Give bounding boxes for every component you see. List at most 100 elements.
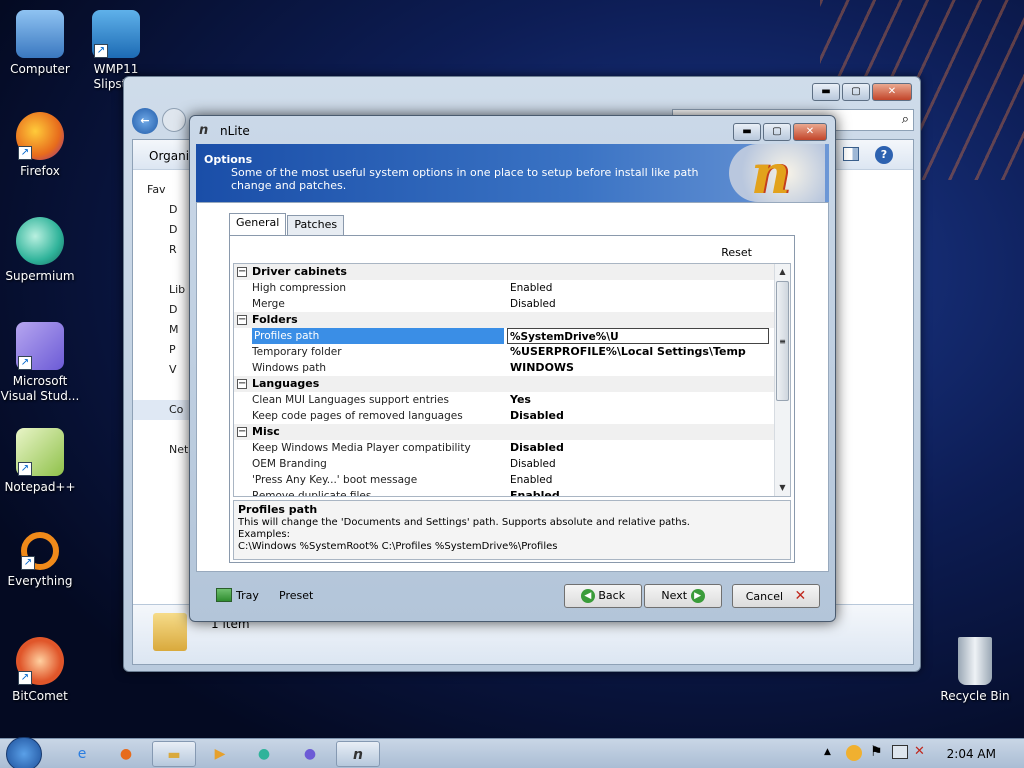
clock[interactable]: 2:04 AM	[947, 747, 996, 761]
flag-icon[interactable]: ⚑	[870, 744, 883, 760]
tray-app-icon[interactable]	[846, 745, 862, 761]
tab-general[interactable]: General	[229, 213, 287, 235]
tray-button[interactable]: Tray	[236, 589, 259, 602]
collapse-icon[interactable]: −	[237, 427, 247, 437]
desktop-icon-label: Firefox	[20, 164, 60, 178]
scroll-down-icon[interactable]: ▼	[775, 480, 790, 496]
property-row[interactable]: Merge Disabled	[234, 296, 775, 312]
volume-muted-icon[interactable]: ✕	[914, 744, 925, 759]
nlite-window[interactable]: n nLite ▬ ▢ ✕ Options Some of the most u…	[189, 115, 836, 622]
supermium-icon	[16, 217, 64, 265]
close-button[interactable]: ✕	[872, 83, 912, 101]
preset-button[interactable]: Preset	[279, 589, 313, 602]
back-button[interactable]: ←	[132, 108, 158, 134]
property-value[interactable]: Disabled	[510, 408, 564, 424]
taskbar-ie-icon[interactable]: e	[60, 741, 104, 767]
minimize-button[interactable]: ▬	[812, 83, 840, 101]
desktop-icon-label: Microsoft Visual Stud...	[0, 374, 80, 403]
property-value[interactable]: Enabled	[510, 472, 552, 488]
sidebar-item[interactable]: M	[133, 320, 193, 340]
sidebar-item[interactable]: D	[133, 300, 193, 320]
taskbar-firefox-icon[interactable]: ●	[104, 741, 148, 767]
property-row[interactable]: Remove duplicate files Enabled	[234, 488, 775, 496]
taskbar-nlite-icon[interactable]: n	[336, 741, 380, 767]
property-value[interactable]: %USERPROFILE%\Local Settings\Temp	[510, 344, 746, 360]
property-name: 'Press Any Key...' boot message	[252, 474, 418, 486]
property-name: Keep Windows Media Player compatibility	[252, 442, 471, 454]
scroll-up-icon[interactable]: ▲	[775, 264, 790, 280]
property-value[interactable]: Yes	[510, 392, 531, 408]
maximize-button[interactable]: ▢	[842, 83, 870, 101]
property-row[interactable]: Keep code pages of removed languages Disa…	[234, 408, 775, 424]
category-folders[interactable]: − Folders	[234, 312, 775, 328]
nlite-logo: n	[729, 142, 825, 206]
explorer-sidebar: Fav D D R Lib D M P V Co Net	[133, 180, 193, 640]
category-misc[interactable]: − Misc	[234, 424, 775, 440]
collapse-icon[interactable]: −	[237, 267, 247, 277]
reset-link[interactable]: Reset	[721, 246, 752, 259]
property-value[interactable]: Disabled	[510, 440, 564, 456]
tray-icon[interactable]	[216, 588, 232, 602]
property-row[interactable]: Keep Windows Media Player compatibility D…	[234, 440, 775, 456]
sidebar-item[interactable]: Lib	[133, 280, 193, 300]
property-row[interactable]: Clean MUI Languages support entries Yes	[234, 392, 775, 408]
start-button[interactable]	[6, 737, 42, 768]
taskbar-supermium-icon[interactable]: ●	[242, 741, 286, 767]
sidebar-item[interactable]: Net	[133, 440, 193, 460]
profiles-path-input[interactable]: %SystemDrive%\U	[507, 328, 769, 344]
property-row[interactable]: Windows path WINDOWS	[234, 360, 775, 376]
back-button[interactable]: ◀ Back	[564, 584, 642, 608]
desktop-icon-computer[interactable]: Computer	[0, 10, 80, 77]
desktop-icon-firefox[interactable]: ↗ Firefox	[0, 112, 80, 179]
forward-button[interactable]	[162, 108, 186, 132]
collapse-icon[interactable]: −	[237, 379, 247, 389]
category-languages[interactable]: − Languages	[234, 376, 775, 392]
property-row[interactable]: High compression Enabled	[234, 280, 775, 296]
cancel-button[interactable]: Cancel ✕	[732, 584, 820, 608]
sidebar-item[interactable]: P	[133, 340, 193, 360]
property-value[interactable]: WINDOWS	[510, 360, 574, 376]
sidebar-item[interactable]: Co	[133, 400, 193, 420]
desktop-icon-supermium[interactable]: Supermium	[0, 217, 80, 284]
sidebar-item[interactable]: D	[133, 200, 193, 220]
collapse-icon[interactable]: −	[237, 315, 247, 325]
desktop-icon-visual-studio[interactable]: ↗ Microsoft Visual Stud...	[0, 322, 80, 404]
property-row-selected[interactable]: Profiles path %SystemDrive%\U	[234, 328, 775, 344]
network-icon[interactable]	[892, 745, 908, 759]
wmp-folder-icon: ↗	[92, 10, 140, 58]
sidebar-item[interactable]: D	[133, 220, 193, 240]
desktop-icon-recycle-bin[interactable]: Recycle Bin	[935, 637, 1015, 704]
desktop-icon-bitcomet[interactable]: ↗ BitComet	[0, 637, 80, 704]
nlite-title-bar[interactable]: n nLite ▬ ▢ ✕	[190, 116, 835, 144]
category-driver-cabinets[interactable]: − Driver cabinets	[234, 264, 775, 280]
taskbar-media-player-icon[interactable]: ▶	[198, 741, 242, 767]
property-value[interactable]: Enabled	[510, 488, 560, 496]
show-hidden-icons[interactable]: ▲	[824, 747, 831, 757]
maximize-button[interactable]: ▢	[763, 123, 791, 141]
taskbar-firefox-icon[interactable]: ●	[288, 741, 332, 767]
sidebar-item[interactable]: V	[133, 360, 193, 380]
help-icon[interactable]: ?	[875, 146, 893, 164]
close-button[interactable]: ✕	[793, 123, 827, 141]
property-value[interactable]: Enabled	[510, 280, 552, 296]
desktop-icon-label: Computer	[10, 62, 70, 76]
minimize-button[interactable]: ▬	[733, 123, 761, 141]
property-row[interactable]: 'Press Any Key...' boot message Enabled	[234, 472, 775, 488]
preview-pane-icon[interactable]	[843, 147, 859, 161]
tab-patches[interactable]: Patches	[287, 215, 345, 235]
property-row[interactable]: Temporary folder %USERPROFILE%\Local Sett…	[234, 344, 775, 360]
scroll-thumb[interactable]: ≡	[776, 281, 789, 401]
property-value[interactable]: Disabled	[510, 296, 556, 312]
property-scrollbar[interactable]: ▲ ≡ ▼	[774, 264, 790, 496]
property-name: Temporary folder	[252, 346, 342, 358]
category-label: Driver cabinets	[252, 265, 347, 278]
property-value[interactable]: Disabled	[510, 456, 556, 472]
next-button[interactable]: Next ▶	[644, 584, 722, 608]
sidebar-item[interactable]: Fav	[133, 180, 193, 200]
property-row[interactable]: OEM Branding Disabled	[234, 456, 775, 472]
taskbar-explorer-icon[interactable]: ▬	[152, 741, 196, 767]
desktop-icon-notepadpp[interactable]: ↗ Notepad++	[0, 428, 80, 495]
sidebar-item[interactable]: R	[133, 240, 193, 260]
description-line: C:\Windows %SystemRoot% C:\Profiles %Sys…	[238, 541, 558, 552]
desktop-icon-everything[interactable]: ↗ Everything	[0, 532, 80, 589]
